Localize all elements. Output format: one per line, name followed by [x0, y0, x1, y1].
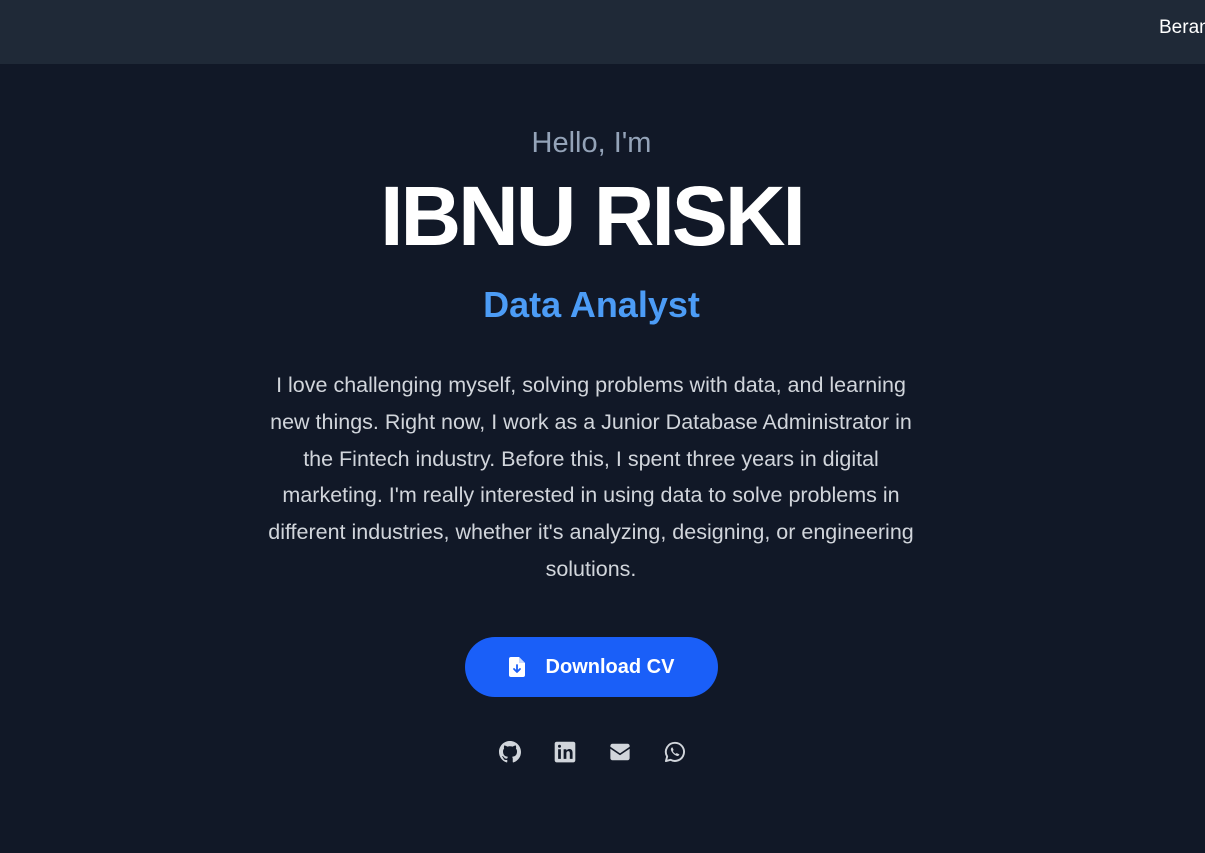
linkedin-icon: [554, 741, 576, 763]
download-cv-button[interactable]: Download CV: [465, 637, 718, 697]
whatsapp-icon: [664, 741, 686, 763]
hero-role: Data Analyst: [483, 284, 700, 325]
linkedin-link[interactable]: [554, 741, 576, 763]
navbar: Beranda: [0, 0, 1205, 64]
github-link[interactable]: [499, 741, 521, 763]
github-icon: [499, 741, 521, 763]
file-download-icon: [508, 657, 525, 677]
nav-link-beranda[interactable]: Beranda: [1159, 17, 1205, 39]
email-link[interactable]: [609, 741, 631, 763]
download-cv-label: Download CV: [545, 655, 675, 678]
hero-section: Hello, I'm IBNU RISKI Data Analyst I lov…: [0, 64, 1205, 853]
whatsapp-link[interactable]: [664, 741, 686, 763]
hero-name: IBNU RISKI: [380, 169, 806, 263]
greeting-text: Hello, I'm: [531, 127, 652, 159]
social-links: [0, 741, 1205, 763]
hero-bio: I love challenging myself, solving probl…: [268, 373, 914, 581]
email-icon: [609, 741, 631, 763]
